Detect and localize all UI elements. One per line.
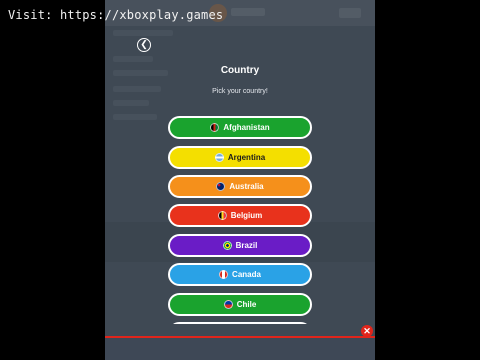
country-label: Canada [232, 270, 261, 279]
country-button-canada[interactable]: Canada [168, 263, 312, 286]
dialog-subtitle: Pick your country! [212, 88, 268, 95]
country-button-next[interactable] [168, 322, 312, 324]
argentina-flag-icon [214, 153, 224, 162]
canada-flag-icon [219, 270, 229, 279]
country-list[interactable]: Afghanistan Argentina Australia Belgium … [168, 116, 312, 324]
country-button-afghanistan[interactable]: Afghanistan [168, 116, 312, 139]
country-button-chile[interactable]: Chile [168, 293, 312, 316]
close-button[interactable]: ✕ [361, 325, 373, 337]
country-label: Australia [229, 182, 264, 191]
afghanistan-flag-icon [210, 123, 220, 132]
app-window: ❮ Country Pick your country! Afghanistan… [105, 0, 375, 360]
country-label: Brazil [235, 241, 258, 250]
country-label: Afghanistan [223, 123, 270, 132]
chevron-left-icon: ❮ [140, 39, 148, 49]
country-button-argentina[interactable]: Argentina [168, 146, 312, 169]
country-button-australia[interactable]: Australia [168, 175, 312, 198]
belgium-flag-icon [217, 211, 227, 220]
country-label: Belgium [230, 211, 263, 220]
watermark-text: Visit: https://xboxplay.games [8, 8, 224, 22]
bottom-bar [105, 338, 375, 360]
country-label: Argentina [227, 153, 266, 162]
brazil-flag-icon [222, 241, 232, 250]
country-button-brazil[interactable]: Brazil [168, 234, 312, 257]
chile-flag-icon [223, 300, 233, 309]
country-label: Chile [236, 300, 257, 309]
close-icon: ✕ [363, 326, 371, 336]
back-button[interactable]: ❮ [137, 38, 151, 52]
country-button-belgium[interactable]: Belgium [168, 204, 312, 227]
dialog-title: Country [220, 65, 260, 76]
australia-flag-icon [216, 182, 226, 191]
